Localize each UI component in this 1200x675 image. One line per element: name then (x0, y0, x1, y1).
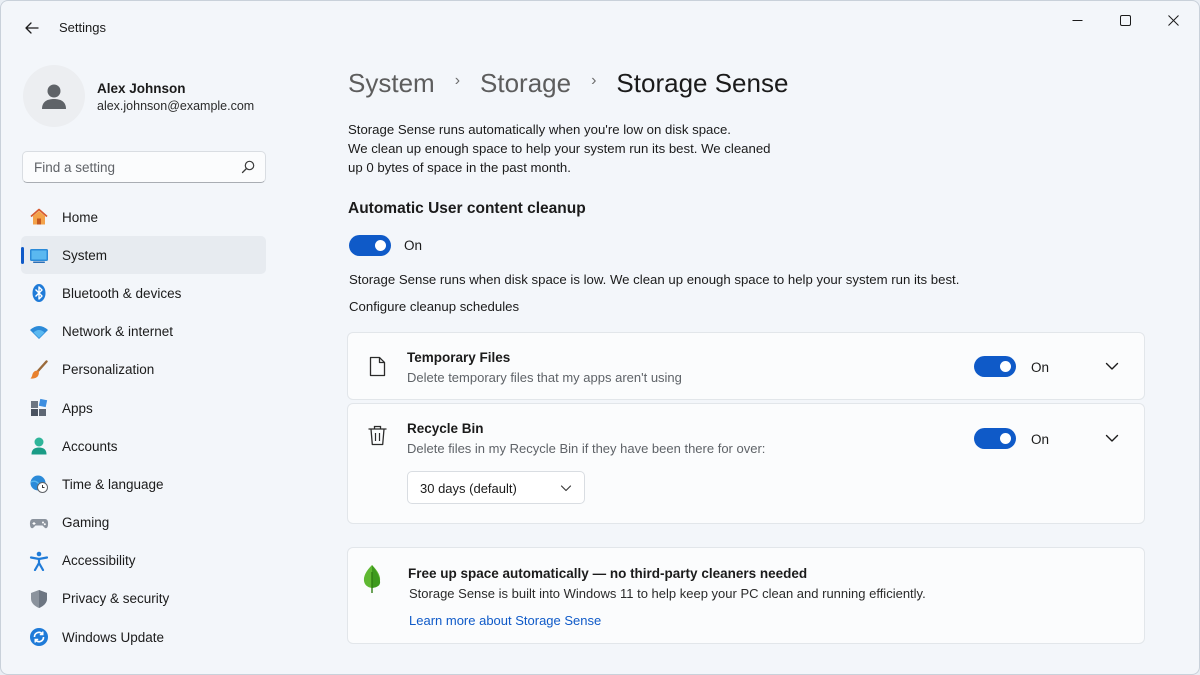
accounts-icon (29, 436, 49, 456)
sidebar-item-accounts[interactable]: Accounts (21, 427, 266, 465)
clock-globe-icon (29, 474, 49, 494)
info-card: Free up space automatically — no third-p… (347, 547, 1145, 644)
sidebar-item-personalization[interactable]: Personalization (21, 351, 266, 389)
app-title: Settings (59, 20, 106, 35)
auto-cleanup-toggle-state: On (404, 238, 423, 253)
brush-icon (29, 360, 49, 380)
learn-more-link[interactable]: Learn more about Storage Sense (409, 613, 601, 628)
trash-icon (367, 424, 387, 446)
sidebar-item-home[interactable]: Home (21, 198, 266, 236)
sidebar-item-label: Privacy & security (62, 591, 170, 607)
recycle-bin-toggle[interactable] (974, 428, 1016, 449)
sidebar-item-label: Accounts (62, 438, 118, 454)
select-value: 30 days (default) (420, 481, 517, 496)
system-icon (29, 245, 49, 265)
sidebar-item-network[interactable]: Network & internet (21, 313, 266, 351)
card-subtitle: Delete temporary files that my apps aren… (407, 370, 682, 385)
breadcrumb-system[interactable]: System (348, 68, 435, 99)
temporary-files-toggle-state: On (1031, 360, 1050, 375)
maximize-button[interactable] (1102, 9, 1148, 31)
sidebar-item-label: Windows Update (62, 629, 165, 645)
leaf-icon (363, 565, 381, 593)
sidebar-nav: Home System Bluetooth & devices Network … (21, 198, 266, 656)
description-line: up 0 bytes of space in the past month. (348, 160, 571, 175)
breadcrumb-separator: › (454, 72, 461, 89)
back-button[interactable] (17, 15, 47, 41)
sidebar-item-gaming[interactable]: Gaming (21, 504, 266, 542)
user-name: Alex Johnson (97, 81, 186, 96)
recycle-bin-card[interactable]: Recycle Bin Delete files in my Recycle B… (347, 403, 1145, 524)
breadcrumb-storage[interactable]: Storage (480, 68, 571, 99)
card-title: Recycle Bin (407, 421, 484, 436)
temporary-files-toggle[interactable] (974, 356, 1016, 377)
sidebar-item-apps[interactable]: Apps (21, 389, 266, 427)
section-title: Automatic User content cleanup (348, 200, 586, 217)
search-box[interactable] (22, 151, 266, 183)
chevron-down-icon (560, 485, 572, 492)
sidebar-item-time-language[interactable]: Time & language (21, 465, 266, 503)
shield-icon (29, 589, 49, 609)
settings-window: Settings Alex Johnson alex.johnson@examp… (0, 0, 1200, 675)
minimize-button[interactable] (1054, 9, 1100, 31)
sidebar-item-bluetooth[interactable]: Bluetooth & devices (21, 274, 266, 312)
sidebar-item-label: Bluetooth & devices (62, 285, 182, 301)
page-title: Storage Sense (616, 67, 789, 98)
breadcrumb-separator: › (591, 72, 597, 89)
close-button[interactable] (1150, 9, 1196, 31)
chevron-down-icon[interactable] (1104, 430, 1120, 446)
user-profile[interactable]: Alex Johnson alex.johnson@example.com (23, 65, 283, 129)
gamepad-icon (29, 513, 49, 533)
sidebar-item-label: Apps (62, 400, 93, 416)
breadcrumb: System › Storage › Storage Sense (348, 65, 788, 101)
title-bar: Settings (1, 1, 1199, 53)
sidebar-item-windows-update[interactable]: Windows Update (21, 618, 266, 656)
bluetooth-icon (29, 283, 49, 303)
card-subtitle: Delete files in my Recycle Bin if they h… (407, 441, 766, 456)
close-icon (1167, 14, 1179, 26)
sidebar-item-label: Home (62, 209, 99, 225)
sidebar-item-label: Time & language (62, 476, 164, 492)
auto-cleanup-toggle[interactable] (349, 235, 391, 256)
update-icon (29, 627, 49, 647)
search-input[interactable] (23, 152, 233, 182)
info-title: Free up space automatically — no third-p… (408, 566, 808, 581)
description-line: We clean up enough space to help your sy… (348, 141, 771, 156)
accessibility-icon (29, 551, 49, 571)
card-title: Temporary Files (407, 350, 511, 365)
search-icon[interactable] (241, 160, 255, 174)
chevron-down-icon[interactable] (1104, 358, 1120, 374)
avatar (23, 65, 85, 127)
maximize-icon (1119, 14, 1131, 26)
configure-cleanup-schedules: Configure cleanup schedules (349, 299, 520, 314)
sidebar-item-label: Personalization (62, 362, 155, 378)
file-icon (367, 355, 387, 377)
minimize-icon (1072, 19, 1082, 21)
user-email: alex.johnson@example.com (97, 99, 255, 113)
sidebar-item-privacy-security[interactable]: Privacy & security (21, 580, 266, 618)
back-arrow-icon (25, 22, 39, 34)
sidebar-item-label: Network & internet (62, 324, 174, 340)
storage-sense-note: Storage Sense runs when disk space is lo… (349, 272, 960, 287)
person-icon (42, 84, 66, 109)
wifi-icon (29, 322, 49, 342)
recycle-bin-duration-select[interactable]: 30 days (default) (407, 471, 585, 504)
description-line: Storage Sense runs automatically when yo… (348, 122, 731, 137)
sidebar-item-label: Accessibility (62, 553, 136, 569)
sidebar-item-label: Gaming (62, 515, 110, 531)
sidebar-item-label: System (62, 247, 108, 263)
page-description: Storage Sense runs automatically when yo… (348, 120, 798, 177)
info-subtitle: Storage Sense is built into Windows 11 t… (409, 586, 926, 601)
sidebar-item-accessibility[interactable]: Accessibility (21, 542, 266, 580)
apps-icon (29, 398, 49, 418)
sidebar-item-system[interactable]: System (21, 236, 266, 275)
recycle-bin-toggle-state: On (1031, 432, 1050, 447)
home-icon (29, 207, 49, 227)
temporary-files-card[interactable]: Temporary Files Delete temporary files t… (347, 332, 1145, 400)
